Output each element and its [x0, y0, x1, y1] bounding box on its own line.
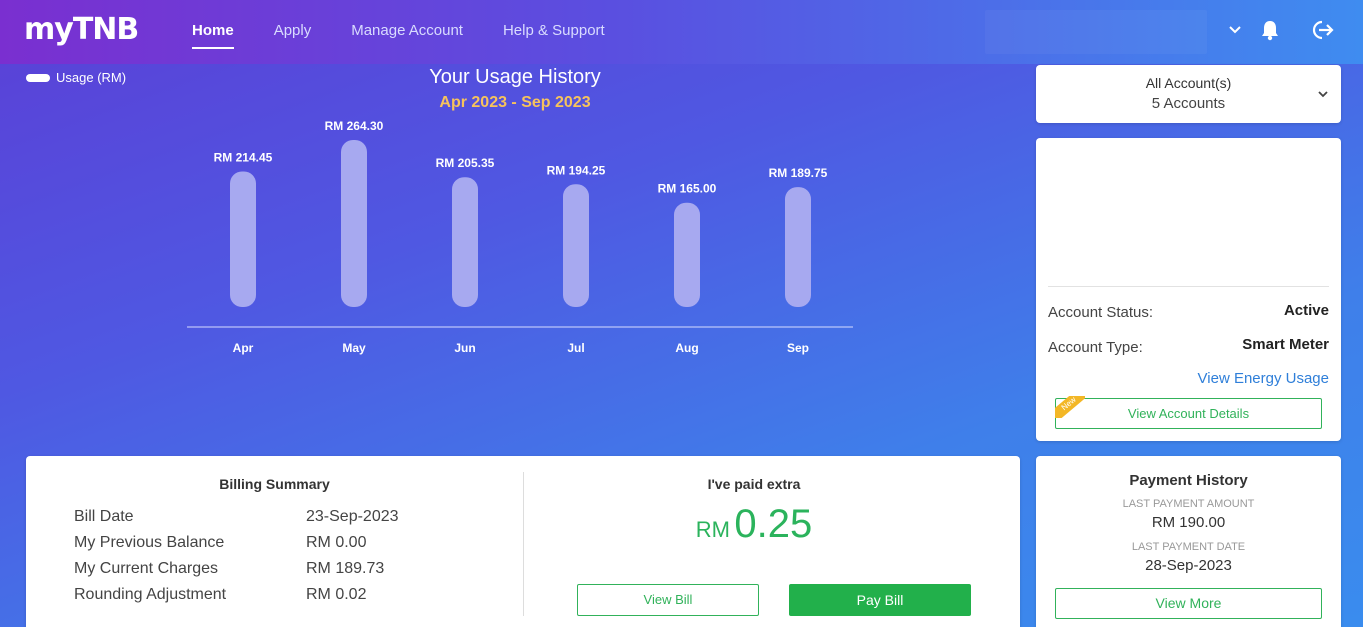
- billing-summary-title: Billing Summary: [219, 476, 330, 492]
- view-more-button[interactable]: View More: [1055, 588, 1322, 619]
- previous-balance-label: My Previous Balance: [74, 534, 225, 551]
- bar-apr[interactable]: [230, 171, 256, 307]
- usage-bar-chart: RM 214.45 Apr RM 264.30 May RM 205.35 Jun RM 1…: [187, 119, 853, 355]
- x-tick-label: Aug: [675, 341, 698, 355]
- last-payment-amount-label: LAST PAYMENT AMOUNT: [1122, 498, 1255, 510]
- x-tick-label: Sep: [787, 341, 809, 355]
- last-payment-date-label: LAST PAYMENT DATE: [1131, 541, 1246, 553]
- bar-sep[interactable]: [785, 187, 811, 307]
- bar-value-label: RM 189.75: [769, 166, 828, 180]
- account-type-label: Account Type:: [1048, 339, 1143, 356]
- bar-value-label: RM 165.00: [658, 182, 717, 196]
- payment-history-title: Payment History: [1129, 472, 1248, 489]
- current-charges-label: My Current Charges: [74, 560, 219, 577]
- bar-value-label: RM 194.25: [547, 163, 606, 177]
- bar-aug[interactable]: [674, 202, 700, 307]
- account-status-value: Active: [1283, 302, 1329, 319]
- view-energy-usage-link[interactable]: View Energy Usage: [1198, 370, 1329, 387]
- x-tick-label: Apr: [233, 341, 254, 355]
- bar-value-label: RM 205.35: [436, 156, 495, 170]
- chevron-down-icon[interactable]: [1228, 22, 1242, 41]
- rounding-adjustment-label: Rounding Adjustment: [74, 586, 227, 603]
- bell-icon[interactable]: [1260, 19, 1280, 46]
- bar-may[interactable]: [341, 140, 367, 307]
- bar-value-label: RM 214.45: [214, 150, 273, 164]
- current-charges-value: RM 189.73: [306, 560, 385, 577]
- new-badge: New: [1055, 396, 1085, 418]
- x-tick-label: May: [342, 341, 366, 355]
- account-selector-title: All Account(s): [1145, 75, 1232, 91]
- view-account-details-button[interactable]: View Account Details: [1055, 398, 1322, 429]
- logout-icon[interactable]: [1308, 18, 1334, 47]
- divider: [1048, 286, 1329, 287]
- bar-jul[interactable]: [563, 184, 589, 307]
- paid-extra-amount: RM 0.25: [523, 502, 985, 547]
- previous-balance-value: RM 0.00: [306, 534, 367, 551]
- x-tick-label: Jul: [567, 341, 584, 355]
- account-card: Account Status: Active Account Type: Sma…: [1036, 138, 1341, 441]
- bill-date-value: 23-Sep-2023: [306, 508, 399, 525]
- last-payment-date-value: 28-Sep-2023: [1145, 557, 1232, 574]
- bill-date-label: Bill Date: [74, 508, 134, 525]
- last-payment-amount-value: RM 190.00: [1151, 514, 1226, 531]
- account-selector-count: 5 Accounts: [1151, 95, 1226, 112]
- new-badge-label: New: [1055, 396, 1085, 418]
- pay-bill-button[interactable]: Pay Bill: [789, 584, 971, 616]
- chevron-down-icon[interactable]: [1317, 87, 1329, 105]
- bar-value-label: RM 264.30: [325, 119, 384, 133]
- billing-summary-card: Billing Summary Bill Date 23-Sep-2023 My…: [26, 456, 1020, 627]
- rounding-adjustment-value: RM 0.02: [306, 586, 367, 603]
- x-tick-label: Jun: [454, 341, 475, 355]
- bar-jun[interactable]: [452, 177, 478, 307]
- view-bill-button[interactable]: View Bill: [577, 584, 759, 616]
- account-selector[interactable]: All Account(s) 5 Accounts: [1036, 65, 1341, 123]
- paid-extra-title: I've paid extra: [707, 476, 801, 492]
- account-type-value: Smart Meter: [1242, 336, 1329, 353]
- paid-value: 0.25: [734, 502, 813, 546]
- paid-currency: RM: [695, 517, 730, 542]
- account-status-label: Account Status:: [1048, 304, 1154, 321]
- payment-history-card: Payment History LAST PAYMENT AMOUNT RM 1…: [1036, 456, 1341, 627]
